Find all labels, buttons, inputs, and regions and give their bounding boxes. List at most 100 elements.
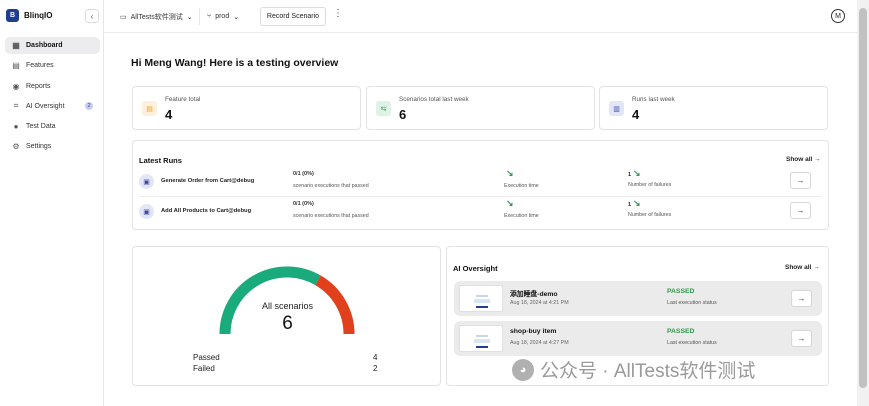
sidebar-item-dashboard[interactable]: ▦ Dashboard xyxy=(5,37,100,54)
run-icon: ▣ xyxy=(139,204,154,219)
play-circle-icon: ◉ xyxy=(12,81,20,91)
failure-count: 1 xyxy=(628,172,632,178)
sidebar-item-label: Reports xyxy=(26,82,51,90)
sidebar-item-label: Settings xyxy=(26,143,52,151)
scenario-thumbnail xyxy=(459,285,503,312)
open-scenario-button[interactable]: → xyxy=(791,290,812,307)
location-pin-icon: ● xyxy=(13,122,19,132)
scenario-date: Aug 18, 2024 at 4:27 PM xyxy=(510,340,569,346)
section-title: Latest Runs xyxy=(139,156,182,165)
scenario-date: Aug 18, 2024 at 4:21 PM xyxy=(510,300,569,306)
gauge-label: All scenarios xyxy=(261,301,314,311)
sidebar-nav: ▦ Dashboard ▤ Features ◉ Reports ⌗ AI Ov… xyxy=(5,37,100,159)
folder-icon: ▭ xyxy=(120,13,127,21)
stat-card-runs: ▥ Runs last week 4 xyxy=(599,86,828,130)
branch-icon: ⑂ xyxy=(207,13,212,20)
watermark: ◕ 公众号 · AllTests软件测试 xyxy=(512,356,755,383)
grid-icon: ▦ xyxy=(12,41,20,50)
scenario-thumbnail xyxy=(459,325,503,352)
chevron-down-icon: ⌄ xyxy=(233,13,240,21)
show-all-link[interactable]: Show all → xyxy=(785,264,820,271)
legend-passed-label: Passed xyxy=(193,353,220,362)
count-badge: 2 xyxy=(85,101,93,110)
scrollbar-thumb[interactable] xyxy=(859,8,867,388)
sidebar-item-features[interactable]: ▤ Features xyxy=(5,57,100,74)
trend-down-icon: ↘ xyxy=(506,198,514,208)
sidebar-item-reports[interactable]: ◉ Reports xyxy=(5,78,100,95)
watermark-text: 公众号 · AllTests软件测试 xyxy=(540,361,756,382)
scenario-name: shop-buy item xyxy=(510,328,557,335)
open-scenario-button[interactable]: → xyxy=(791,330,812,347)
brand-name: BlinqIO xyxy=(24,11,53,20)
trend-down-icon: ↘ xyxy=(633,168,641,178)
collapse-sidebar-button[interactable]: ‹ xyxy=(85,9,99,23)
execution-time-label: Execution time xyxy=(504,213,539,219)
status-caption: Last execution status xyxy=(667,340,717,346)
brand-logo-icon: B xyxy=(6,9,19,22)
brand[interactable]: B BlinqIO xyxy=(6,9,52,22)
execution-time-label: Execution time xyxy=(504,183,539,189)
avatar[interactable]: M xyxy=(831,9,845,23)
run-name: Add All Products to Cart@debug xyxy=(161,208,252,214)
trend-down-icon: ↘ xyxy=(633,198,641,208)
list-item[interactable]: shop-buy item Aug 18, 2024 at 4:27 PM PA… xyxy=(454,321,822,356)
run-name: Generate Order from Cart@debug xyxy=(161,178,255,184)
sidebar-item-label: Features xyxy=(26,62,54,70)
document-icon: ▤ xyxy=(12,61,20,71)
legend-failed-value: 2 xyxy=(373,364,378,373)
record-scenario-button[interactable]: Record Scenario xyxy=(260,7,326,26)
open-run-button[interactable]: → xyxy=(790,202,811,219)
scenario-name: 添加睡盘-demo xyxy=(510,291,558,298)
sidebar-item-label: Dashboard xyxy=(26,42,63,49)
sidebar-item-label: AI Oversight xyxy=(26,102,65,110)
page-title: Hi Meng Wang! Here is a testing overview xyxy=(131,57,339,69)
status-badge: PASSED xyxy=(667,288,695,295)
gear-icon: ⚙ xyxy=(12,142,20,152)
status-caption: Last execution status xyxy=(667,300,717,306)
divider xyxy=(139,196,822,197)
show-all-link[interactable]: Show all → xyxy=(786,156,821,163)
section-title: AI Oversight xyxy=(453,264,498,273)
environment-selector[interactable]: ⑂ prod ⌄ xyxy=(207,9,239,24)
sidebar-item-ai-oversight[interactable]: ⌗ AI Oversight 2 xyxy=(5,98,100,115)
environment-name: prod xyxy=(215,13,230,20)
run-pass-caption: scenario executions that passed xyxy=(293,183,369,189)
run-pass-ratio: 0/1 (0%) xyxy=(293,201,314,207)
stat-label: Feature total xyxy=(165,96,201,103)
status-badge: PASSED xyxy=(667,328,695,335)
project-selector[interactable]: ▭ AllTests软件测试 ⌄ xyxy=(120,9,193,24)
sidebar-item-settings[interactable]: ⚙ Settings xyxy=(5,138,100,155)
topbar: ▭ AllTests软件测试 ⌄ ⑂ prod ⌄ Record Scenari… xyxy=(104,0,857,33)
run-pass-ratio: 0/1 (0%) xyxy=(293,171,314,177)
list-item[interactable]: ▣ Add All Products to Cart@debug 0/1 (0%… xyxy=(133,198,828,225)
stat-label: Scenarios total last week xyxy=(399,96,469,103)
project-name: AllTests软件测试 xyxy=(130,13,183,21)
failure-count: 1 xyxy=(628,202,632,208)
chevron-down-icon: ⌄ xyxy=(186,13,193,21)
stat-card-features: ▤ Feature total 4 xyxy=(132,86,361,130)
stat-value: 4 xyxy=(632,107,640,122)
sidebar: B BlinqIO ‹ ▦ Dashboard ▤ Features ◉ Rep… xyxy=(0,0,104,406)
stat-value: 4 xyxy=(165,107,173,122)
more-options-icon[interactable]: ⋮ xyxy=(333,8,343,19)
latest-runs-panel: Latest Runs Show all → ▣ Generate Order … xyxy=(132,140,829,230)
sidebar-item-label: Test Data xyxy=(26,123,56,131)
stat-card-scenarios: ⇆ Scenarios total last week 6 xyxy=(366,86,595,130)
trend-down-icon: ↘ xyxy=(506,168,514,178)
stat-label: Runs last week xyxy=(632,96,675,103)
open-run-button[interactable]: → xyxy=(790,172,811,189)
runs-icon: ▥ xyxy=(609,101,624,116)
gauge-total: 6 xyxy=(282,313,293,334)
run-pass-caption: scenario executions that passed xyxy=(293,213,369,219)
wechat-icon: ◕ xyxy=(512,358,534,381)
legend-passed-value: 4 xyxy=(373,353,378,362)
scrollbar[interactable] xyxy=(857,0,869,406)
steps-icon: ⇆ xyxy=(376,101,391,116)
failures-label: Number of failures xyxy=(628,182,672,188)
sidebar-item-test-data[interactable]: ● Test Data xyxy=(5,118,100,135)
legend-failed-label: Failed xyxy=(193,364,215,373)
list-item[interactable]: ▣ Generate Order from Cart@debug 0/1 (0%… xyxy=(133,168,828,195)
failures-label: Number of failures xyxy=(628,212,672,218)
list-item[interactable]: 添加睡盘-demo Aug 18, 2024 at 4:21 PM PASSED… xyxy=(454,281,822,316)
run-icon: ▣ xyxy=(139,174,154,189)
